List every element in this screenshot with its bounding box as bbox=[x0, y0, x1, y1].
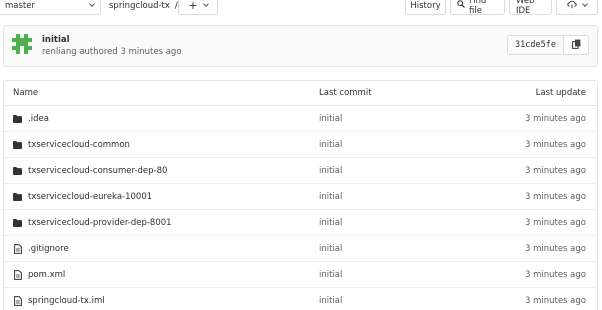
breadcrumb: springcloud-tx / bbox=[109, 0, 178, 12]
commit-message-link[interactable]: initial bbox=[319, 192, 479, 202]
breadcrumb-repo-link[interactable]: springcloud-tx bbox=[109, 1, 170, 11]
last-update-time: 3 minutes ago bbox=[524, 269, 586, 280]
file-name-link[interactable]: .gitignore bbox=[28, 244, 69, 254]
table-row[interactable]: txservicecloud-common initial 3 minutes ag… bbox=[4, 132, 597, 158]
table-row[interactable]: springcloud-tx.iml initial 3 minutes ago bbox=[4, 288, 597, 310]
file-name-link[interactable]: txservicecloud-provider-dep-8001 bbox=[28, 218, 172, 228]
file-name-cell: txservicecloud-eureka-10001 bbox=[4, 192, 319, 202]
file-name-link[interactable]: txservicecloud-common bbox=[28, 140, 130, 150]
avatar[interactable] bbox=[12, 34, 32, 54]
commit-message-link[interactable]: initial bbox=[319, 296, 479, 306]
file-name-link[interactable]: springcloud-tx.iml bbox=[28, 296, 105, 306]
header-last-commit: Last commit bbox=[319, 88, 372, 98]
commit-message-link[interactable]: initial bbox=[319, 270, 479, 280]
last-update-time: 3 minutes ago bbox=[524, 295, 586, 306]
table-row[interactable]: txservicecloud-consumer-dep-80 initial 3 m… bbox=[4, 158, 597, 184]
header-name: Name bbox=[13, 88, 39, 98]
chevron-down-icon bbox=[89, 1, 95, 7]
web-ide-label: Web IDE bbox=[516, 0, 535, 16]
last-commit-panel: initial renliang authored 3 minutes ago … bbox=[3, 25, 598, 67]
plus-icon: + bbox=[188, 0, 198, 12]
clone-dropdown-button[interactable] bbox=[556, 0, 598, 15]
branch-selector[interactable]: master bbox=[0, 0, 101, 15]
file-icon bbox=[13, 243, 22, 254]
commit-sha-group: 31cde5fe bbox=[507, 35, 589, 55]
find-file-button[interactable]: Find file bbox=[450, 0, 505, 16]
repo-toolbar: master springcloud-tx / + History Find f… bbox=[0, 0, 602, 18]
folder-icon bbox=[13, 166, 22, 175]
file-name-link[interactable]: .idea bbox=[28, 114, 49, 124]
file-name-link[interactable]: pom.xml bbox=[28, 270, 65, 280]
commit-sha-link[interactable]: 31cde5fe bbox=[508, 36, 564, 54]
last-update-time: 3 minutes ago bbox=[524, 191, 586, 202]
folder-icon bbox=[13, 192, 22, 201]
file-icon bbox=[13, 295, 22, 306]
web-ide-button[interactable]: Web IDE bbox=[509, 0, 552, 16]
header-last-update: Last update bbox=[535, 88, 586, 98]
last-update-time: 3 minutes ago bbox=[524, 165, 586, 176]
add-dropdown-button[interactable]: + bbox=[178, 0, 218, 15]
history-label: History bbox=[410, 0, 441, 11]
copy-sha-button[interactable] bbox=[564, 36, 588, 54]
table-row[interactable]: pom.xml initial 3 minutes ago bbox=[4, 262, 597, 288]
history-button[interactable]: History bbox=[405, 0, 446, 15]
commit-title-link[interactable]: initial bbox=[42, 35, 70, 45]
last-update-time: 3 minutes ago bbox=[524, 139, 586, 150]
branch-name: master bbox=[5, 0, 35, 11]
table-header: Name Last commit Last update bbox=[4, 81, 597, 106]
file-name-cell: .idea bbox=[4, 114, 319, 124]
file-name-link[interactable]: txservicecloud-eureka-10001 bbox=[28, 192, 152, 202]
find-file-label: Find file bbox=[469, 0, 487, 16]
table-row[interactable]: txservicecloud-provider-dep-8001 initial 3… bbox=[4, 210, 597, 236]
clone-icon bbox=[567, 0, 577, 12]
commit-message-link[interactable]: initial bbox=[319, 140, 479, 150]
file-name-cell: pom.xml bbox=[4, 270, 319, 280]
last-update-time: 3 minutes ago bbox=[524, 113, 586, 124]
table-row[interactable]: .idea initial 3 minutes ago bbox=[4, 106, 597, 132]
folder-icon bbox=[13, 218, 22, 227]
last-update-time: 3 minutes ago bbox=[524, 217, 586, 228]
file-tree-table: Name Last commit Last update .idea initia… bbox=[3, 80, 598, 310]
chevron-down-icon bbox=[582, 1, 588, 7]
table-row[interactable]: .gitignore initial 3 minutes ago bbox=[4, 236, 597, 262]
file-name-cell: springcloud-tx.iml bbox=[4, 296, 319, 306]
file-name-cell: txservicecloud-common bbox=[4, 140, 319, 150]
file-name-link[interactable]: txservicecloud-consumer-dep-80 bbox=[28, 166, 167, 176]
file-name-cell: txservicecloud-consumer-dep-80 bbox=[4, 166, 319, 176]
search-icon bbox=[457, 0, 465, 11]
commit-message-link[interactable]: initial bbox=[319, 114, 479, 124]
table-row[interactable]: txservicecloud-eureka-10001 initial 3 minu… bbox=[4, 184, 597, 210]
chevron-down-icon bbox=[202, 1, 209, 7]
commit-message-link[interactable]: initial bbox=[319, 218, 479, 228]
file-name-cell: txservicecloud-provider-dep-8001 bbox=[4, 218, 319, 228]
file-icon bbox=[13, 269, 22, 280]
folder-icon bbox=[13, 114, 22, 123]
folder-icon bbox=[13, 140, 22, 149]
file-name-cell: .gitignore bbox=[4, 244, 319, 254]
copy-icon bbox=[571, 39, 581, 52]
commit-message-link[interactable]: initial bbox=[319, 244, 479, 254]
table-body: .idea initial 3 minutes ago txservicecloud-… bbox=[4, 106, 597, 310]
commit-author-meta: renliang authored 3 minutes ago bbox=[42, 47, 182, 57]
commit-message-link[interactable]: initial bbox=[319, 166, 479, 176]
last-update-time: 3 minutes ago bbox=[524, 243, 586, 254]
